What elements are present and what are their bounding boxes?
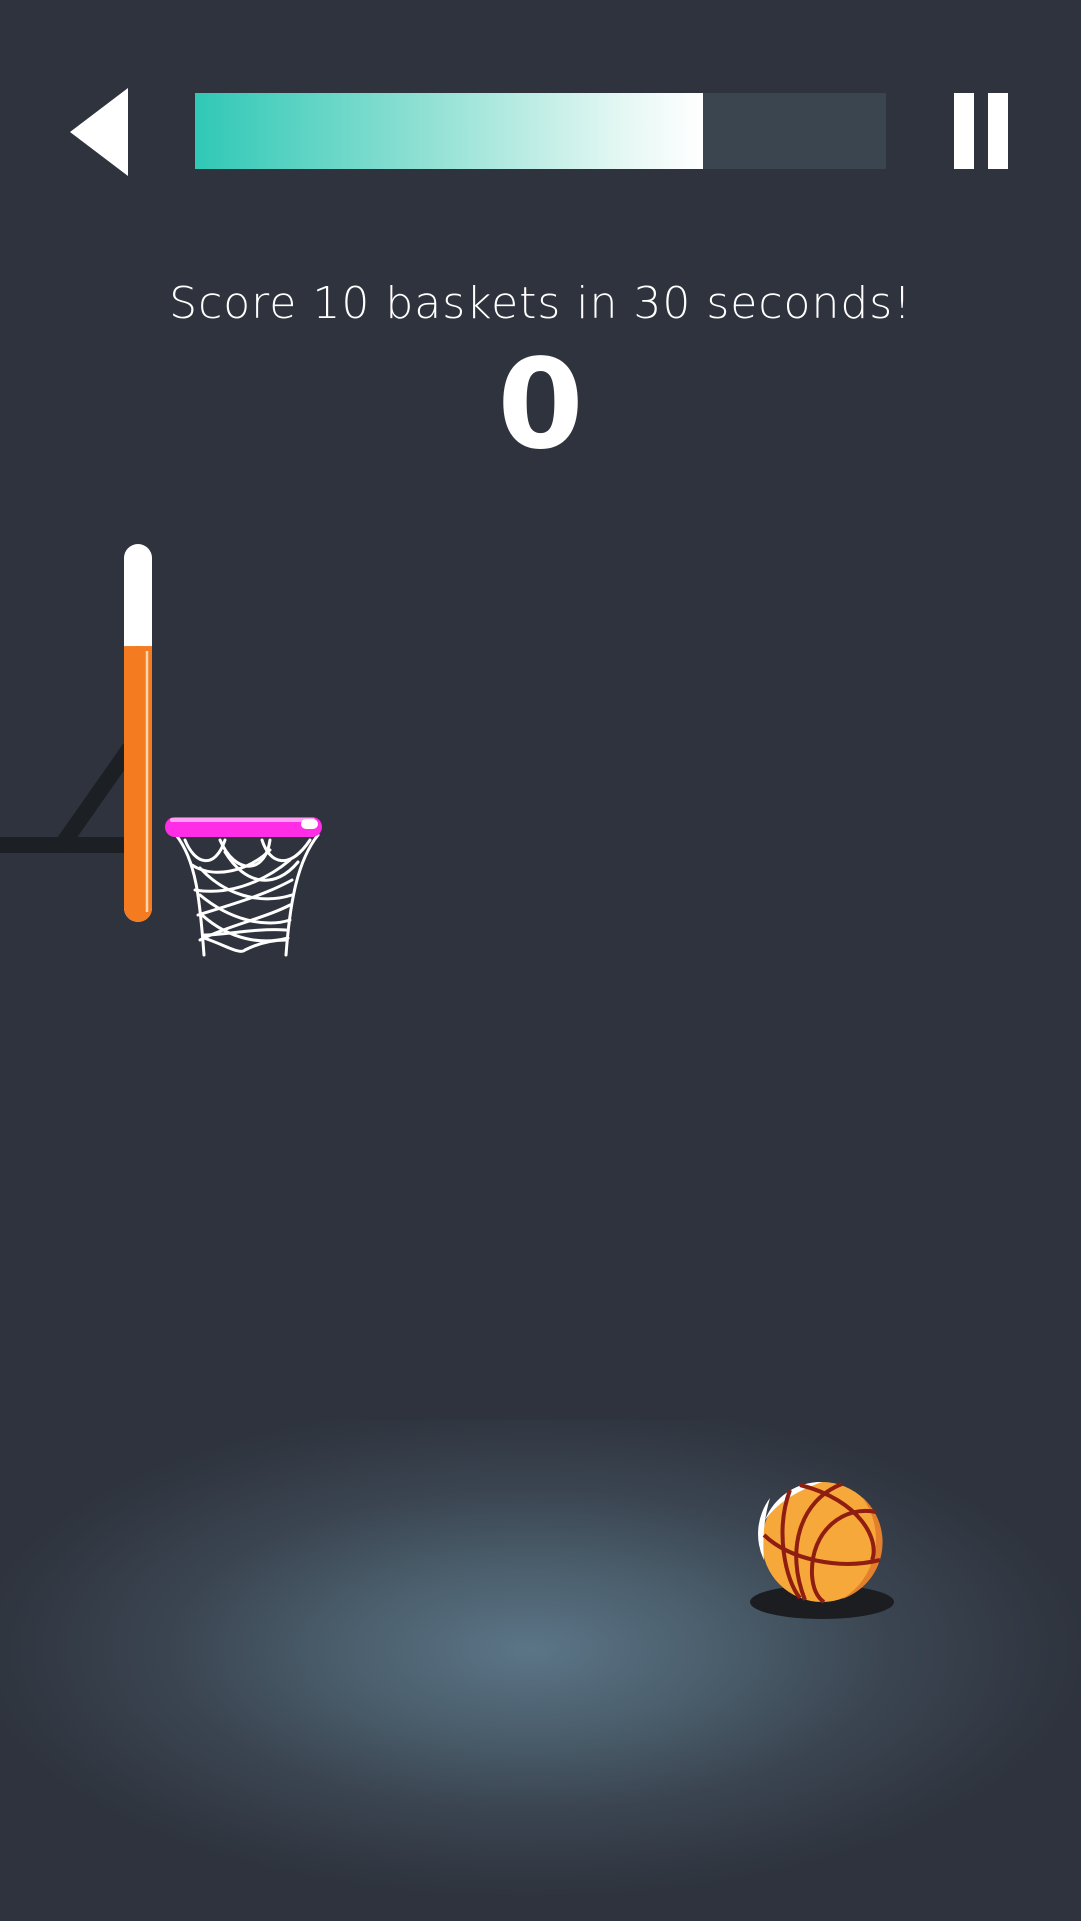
- basketball-icon: [758, 1481, 883, 1604]
- game-screen[interactable]: Score 10 baskets in 30 seconds! 0: [0, 0, 1081, 1921]
- basketball[interactable]: [0, 0, 1081, 1921]
